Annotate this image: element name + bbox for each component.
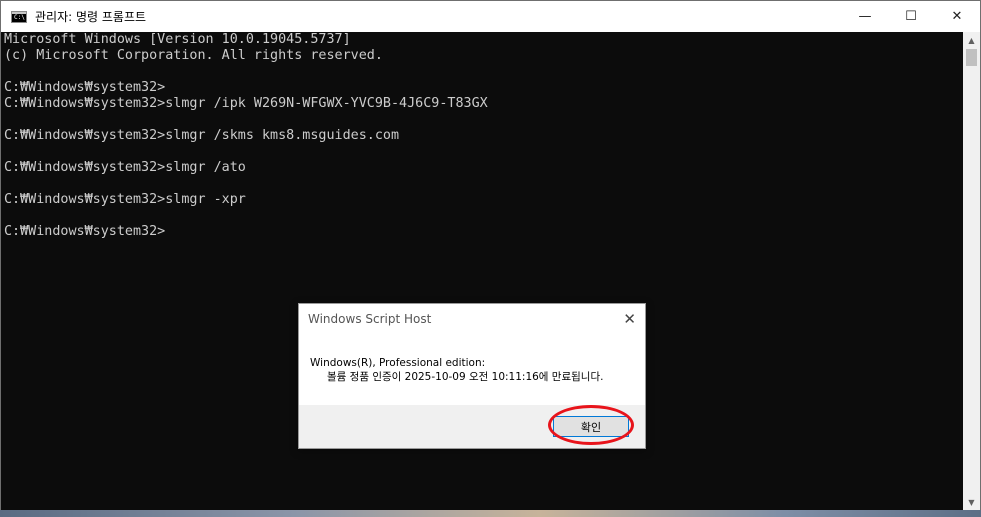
dialog-message-line2: 볼륨 정품 인증이 2025-10-09 오전 10:11:16에 만료됩니다. <box>327 371 604 383</box>
console-line: C:₩Windows₩system32> <box>4 80 166 95</box>
console-line: C:₩Windows₩system32>slmgr /ipk W269N-WFG… <box>4 96 488 111</box>
console-line: Microsoft Windows [Version 10.0.19045.57… <box>4 32 351 47</box>
cmd-app-icon: C:\ <box>11 10 27 23</box>
caption-buttons: — ☐ ✕ <box>842 1 980 32</box>
close-button[interactable]: ✕ <box>934 1 980 32</box>
dialog-title: Windows Script Host <box>308 312 432 326</box>
scroll-up-arrow-icon[interactable]: ▲ <box>963 32 980 49</box>
dialog-message-line1: Windows(R), Professional edition: <box>310 357 486 369</box>
cmd-icon-label: C:\ <box>14 13 25 21</box>
dialog-message: Windows(R), Professional edition: 볼륨 정품 … <box>310 356 603 384</box>
console-line: C:₩Windows₩system32> <box>4 224 166 239</box>
title-bar[interactable]: C:\ 관리자: 명령 프롬프트 — ☐ ✕ <box>1 1 980 32</box>
red-highlight-circle <box>548 405 634 445</box>
console-line: C:₩Windows₩system32>slmgr /ato <box>4 160 246 175</box>
console-line: C:₩Windows₩system32>slmgr /skms kms8.msg… <box>4 128 400 143</box>
desktop-background <box>0 510 981 517</box>
console-line: C:₩Windows₩system32>slmgr -xpr <box>4 192 246 207</box>
scroll-thumb[interactable] <box>966 49 977 66</box>
minimize-button[interactable]: — <box>842 1 888 32</box>
window-title: 관리자: 명령 프롬프트 <box>35 10 147 24</box>
scroll-down-arrow-icon[interactable]: ▼ <box>963 494 980 511</box>
dialog-close-icon[interactable]: ✕ <box>623 310 636 328</box>
maximize-button[interactable]: ☐ <box>888 1 934 32</box>
vertical-scrollbar[interactable]: ▲ ▼ <box>963 32 980 511</box>
console-line: (c) Microsoft Corporation. All rights re… <box>4 48 383 63</box>
